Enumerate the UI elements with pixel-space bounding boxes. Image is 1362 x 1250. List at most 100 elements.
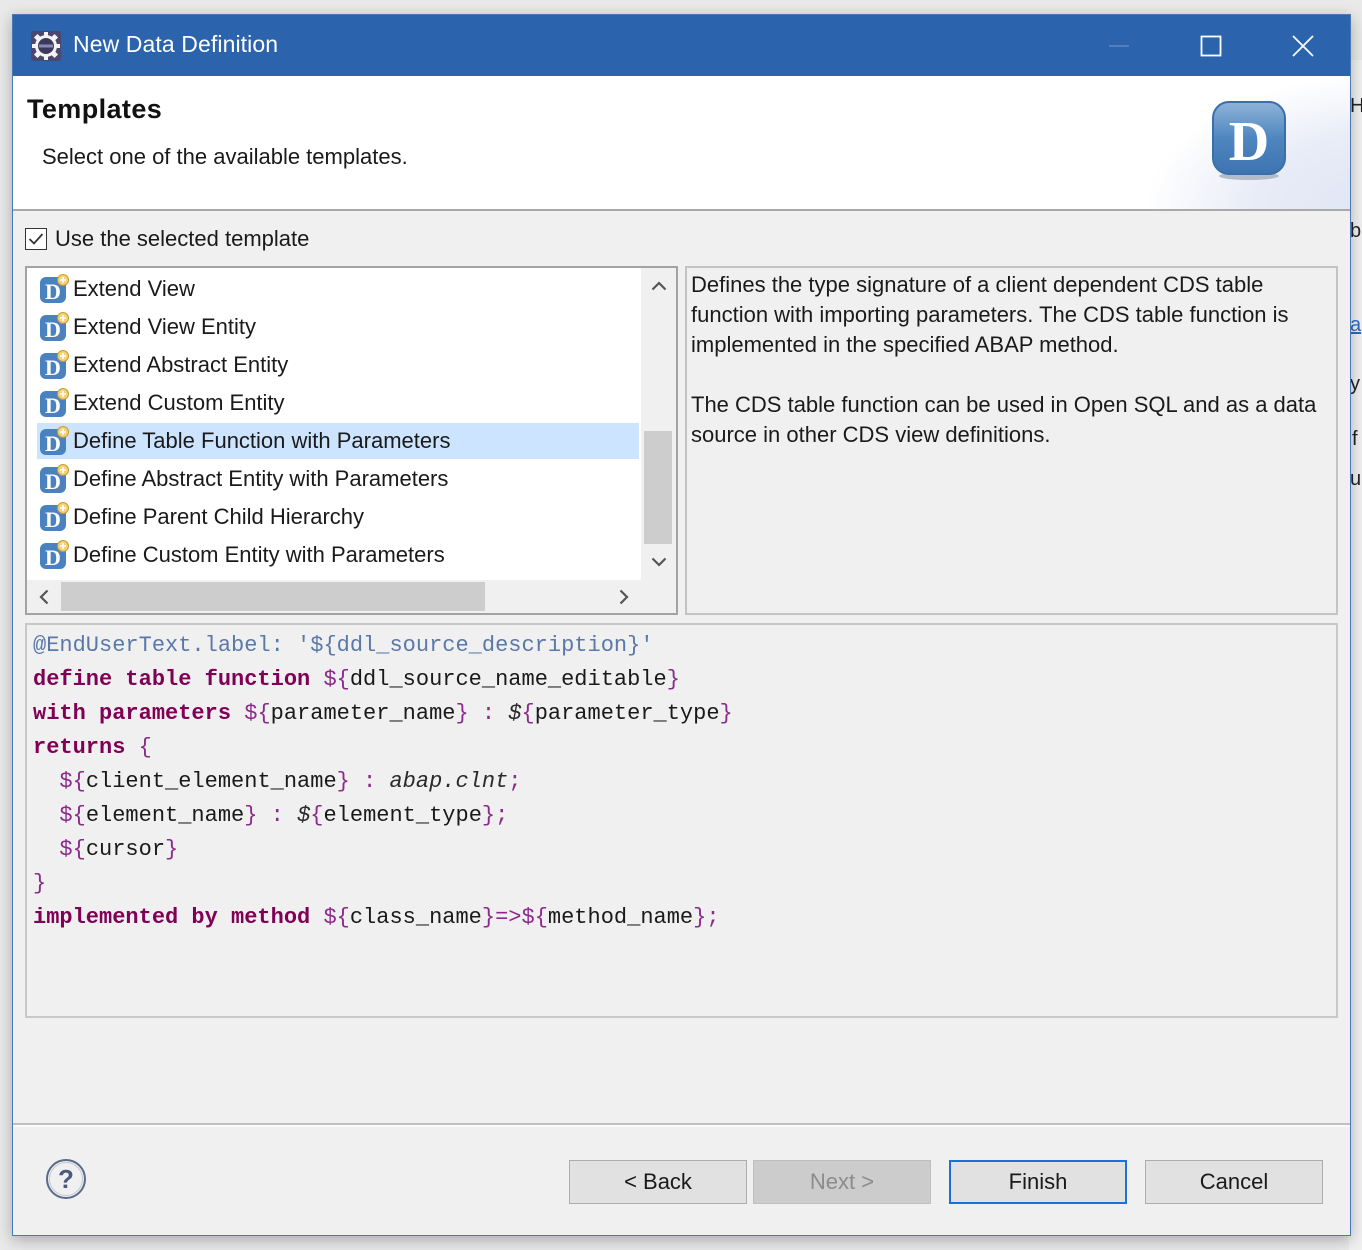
scroll-down-button[interactable]: [641, 544, 676, 580]
vertical-scrollbar[interactable]: [641, 268, 676, 580]
minimize-button[interactable]: [1073, 15, 1165, 76]
code-token: ddl_source_name_editable: [349, 667, 667, 692]
back-button[interactable]: < Back: [569, 1160, 747, 1204]
data-definition-logo-icon: D: [1212, 101, 1286, 180]
code-token: parameter_name: [270, 701, 456, 726]
ddl-template-icon: D: [40, 426, 69, 456]
page-description: Select one of the available templates.: [42, 144, 408, 169]
background-text-fragment: H: [1350, 95, 1362, 117]
code-token: ;: [495, 803, 509, 828]
template-item-label: Define Table Function with Parameters: [73, 428, 451, 453]
description-paragraph: The CDS table function can be used in Op…: [691, 392, 1317, 447]
code-token: cursor: [85, 837, 166, 862]
code-line: @EndUserText.label: '${ddl_source_descri…: [33, 629, 1330, 663]
checkbox-box[interactable]: [25, 228, 47, 250]
code-token: }: [336, 769, 350, 794]
horizontal-scroll-thumb[interactable]: [61, 582, 485, 611]
close-button[interactable]: [1257, 15, 1349, 76]
template-item-label: Define Custom Entity with Parameters: [73, 542, 445, 567]
code-token: implemented by method: [33, 905, 324, 930]
use-selected-template-label: Use the selected template: [55, 226, 310, 251]
template-item-extend-view[interactable]: D Extend View: [37, 271, 639, 307]
cancel-button[interactable]: Cancel: [1145, 1160, 1323, 1204]
footer-separator-highlight: [13, 1125, 1350, 1127]
code-token: }: [719, 701, 733, 726]
code-token: ;: [706, 905, 720, 930]
horizontal-scrollbar[interactable]: [27, 580, 641, 613]
code-token: $: [323, 905, 337, 930]
template-item-extend-abstract-entity[interactable]: D Extend Abstract Entity: [37, 347, 639, 383]
background-text-fragment: y: [1350, 373, 1360, 395]
ddl-template-icon: D: [40, 312, 69, 342]
template-list[interactable]: D Extend View D Extend View Entity D Ext…: [25, 266, 678, 615]
background-text-fragment: u: [1350, 468, 1362, 490]
code-line: ${element_name} : ${element_type};: [33, 799, 1330, 833]
template-list-viewport: D Extend View D Extend View Entity D Ext…: [27, 268, 641, 580]
template-item-define-table-function-with-parameters[interactable]: D Define Table Function with Parameters: [37, 423, 639, 459]
chevron-up-icon: [651, 281, 666, 291]
code-token: $: [59, 837, 73, 862]
template-item-define-custom-entity-with-parameters[interactable]: D Define Custom Entity with Parameters: [37, 537, 639, 573]
ddl-template-icon: D: [40, 502, 69, 532]
minimize-icon: [1109, 44, 1129, 47]
chevron-down-icon: [651, 557, 666, 567]
template-item-label: Extend Abstract Entity: [73, 352, 289, 377]
code-line: define table function ${ddl_source_name_…: [33, 663, 1330, 697]
template-item-label: Define Abstract Entity with Parameters: [73, 466, 449, 491]
code-token: }: [455, 701, 469, 726]
template-code-preview: @EndUserText.label: '${ddl_source_descri…: [25, 623, 1338, 1018]
close-icon: [1292, 34, 1314, 57]
template-item-define-abstract-entity-with-parameters[interactable]: D Define Abstract Entity with Parameters: [37, 461, 639, 497]
template-item-extend-custom-entity[interactable]: D Extend Custom Entity: [37, 385, 639, 421]
code-token: @EndUserText.label: '${ddl_source_descri…: [33, 633, 654, 658]
code-line: implemented by method ${class_name}=>${m…: [33, 901, 1330, 935]
code-token: $: [323, 667, 337, 692]
code-line: returns {: [33, 731, 1330, 765]
code-line: with parameters ${parameter_name} : ${pa…: [33, 697, 1330, 731]
background-text-fragment: b: [1350, 220, 1362, 242]
scroll-left-button[interactable]: [27, 580, 61, 613]
chevron-right-icon: [619, 589, 629, 604]
code-token: abap.clnt: [389, 769, 509, 794]
template-item-label: Define Parent Child Hierarchy: [73, 504, 365, 529]
title-bar[interactable]: New Data Definition: [13, 15, 1350, 76]
code-token: }: [666, 667, 680, 692]
background-text-fragment: f: [1352, 428, 1358, 450]
code-token: class_name: [349, 905, 482, 930]
ddl-template-icon: D: [40, 464, 69, 494]
code-token: $: [59, 803, 73, 828]
code-token: }: [693, 905, 707, 930]
help-icon[interactable]: ?: [45, 1158, 87, 1200]
description-paragraph: Defines the type signature of a client d…: [691, 272, 1289, 357]
template-item-label: Extend View: [73, 276, 195, 301]
code-token: {: [534, 905, 548, 930]
template-item-extend-view-entity[interactable]: D Extend View Entity: [37, 309, 639, 345]
code-token: element_name: [85, 803, 245, 828]
template-item-label: Extend View Entity: [73, 314, 257, 339]
maximize-button[interactable]: [1165, 15, 1257, 76]
code-token: {: [72, 769, 86, 794]
code-token: :: [349, 769, 390, 794]
code-token: }: [33, 871, 47, 896]
code-line: ${client_element_name} : abap.clnt;: [33, 765, 1330, 799]
vertical-scroll-thumb[interactable]: [644, 431, 672, 544]
code-token: {: [310, 803, 324, 828]
page-title: Templates: [27, 94, 163, 124]
code-token: =>$: [495, 905, 535, 930]
template-item-define-parent-child-hierarchy[interactable]: D Define Parent Child Hierarchy: [37, 499, 639, 535]
code-line: }: [33, 867, 1330, 901]
use-selected-template-checkbox[interactable]: Use the selected template: [25, 225, 309, 253]
ddl-template-icon: D: [40, 274, 69, 304]
next-button[interactable]: Next >: [753, 1160, 931, 1204]
code-token: :: [257, 803, 298, 828]
background-link-fragment: a: [1350, 314, 1362, 336]
code-token: }: [244, 803, 258, 828]
code-token: client_element_name: [85, 769, 337, 794]
finish-button[interactable]: Finish: [949, 1160, 1127, 1204]
code-token: {: [336, 905, 350, 930]
scroll-right-button[interactable]: [607, 580, 641, 613]
template-item-label: Extend Custom Entity: [73, 390, 285, 415]
scroll-up-button[interactable]: [641, 268, 676, 304]
